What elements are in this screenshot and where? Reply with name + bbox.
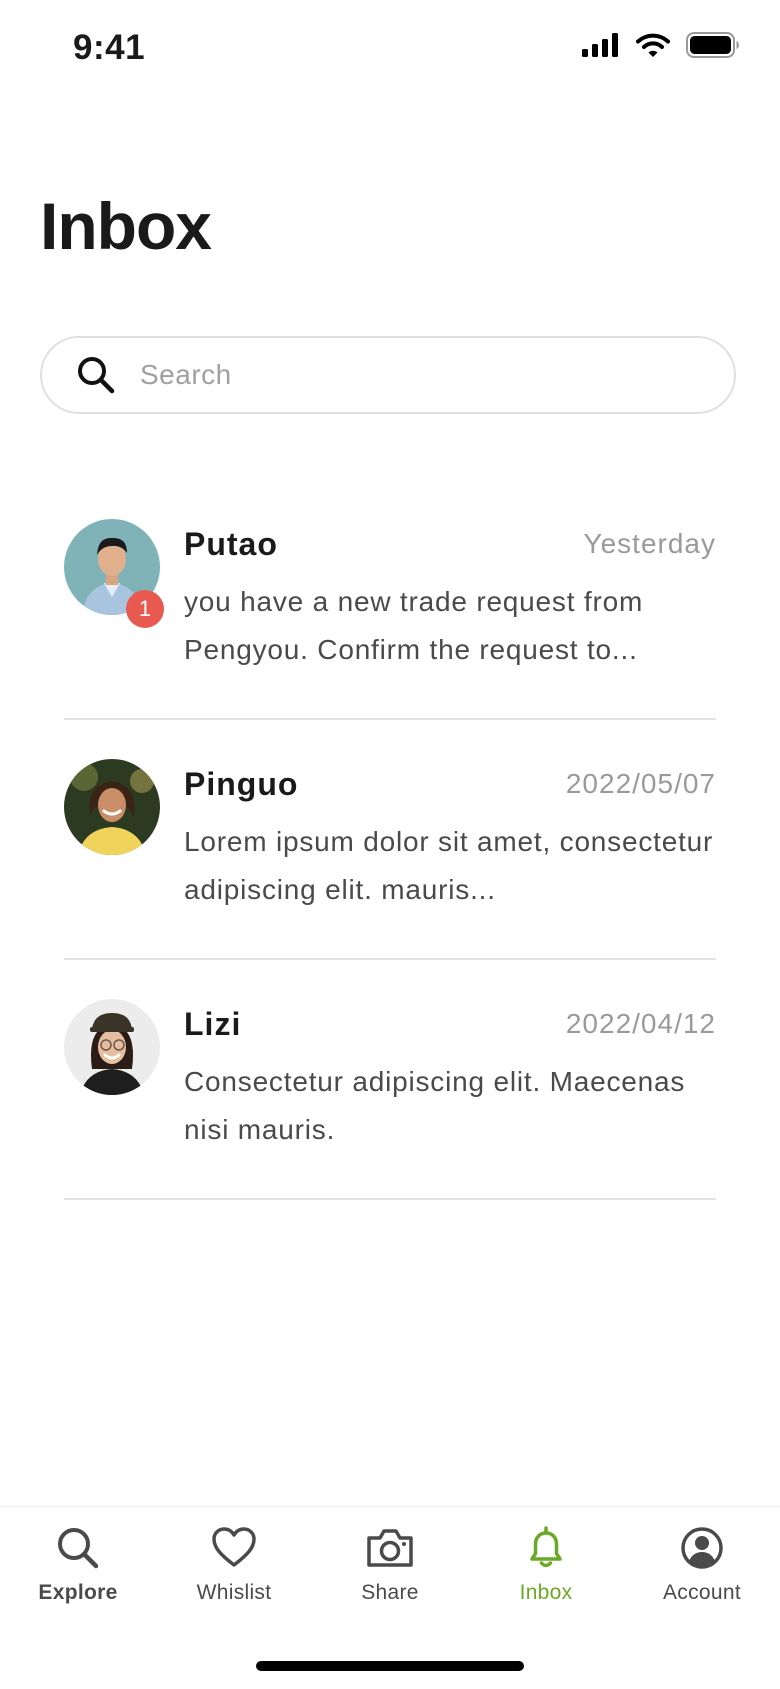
sender-name: Pinguo xyxy=(184,766,299,802)
sender-name: Putao xyxy=(184,526,278,562)
tab-label: Account xyxy=(663,1581,741,1604)
bell-icon xyxy=(530,1526,562,1568)
tab-label: Explore xyxy=(38,1581,118,1604)
search-input[interactable] xyxy=(138,358,682,392)
cellular-signal-icon xyxy=(582,33,618,57)
message-date: 2022/04/12 xyxy=(565,1008,716,1039)
message-date: Yesterday xyxy=(583,528,716,559)
tab-share[interactable]: Share xyxy=(330,1525,450,1605)
status-icons xyxy=(582,32,740,58)
heart-icon xyxy=(212,1527,256,1567)
message-preview: Consectetur adipiscing elit. Maecenas ni… xyxy=(184,1066,686,1145)
user-circle-icon xyxy=(681,1527,723,1569)
home-indicator xyxy=(256,1661,524,1671)
search-icon xyxy=(58,1528,99,1569)
status-time: 9:41 xyxy=(73,28,146,67)
message-item-pinguo[interactable]: Pinguo 2022/05/07 Lorem ipsum dolor sit … xyxy=(64,720,716,960)
avatar xyxy=(64,999,160,1095)
battery-icon xyxy=(686,32,739,58)
sender-name: Lizi xyxy=(184,1006,242,1042)
wifi-icon xyxy=(636,33,670,57)
unread-badge: 1 xyxy=(126,590,164,628)
message-list: 1 Putao Yesterday you have a new trade r… xyxy=(64,480,716,1200)
camera-icon xyxy=(367,1529,413,1567)
tab-explore[interactable]: Explore xyxy=(18,1525,138,1605)
tab-label: Inbox xyxy=(519,1581,573,1604)
tab-label: Share xyxy=(361,1581,419,1604)
tab-inbox[interactable]: Inbox xyxy=(486,1525,606,1605)
page-title: Inbox xyxy=(40,189,212,263)
message-preview: you have a new trade request from Pengyo… xyxy=(184,586,644,665)
message-preview: Lorem ipsum dolor sit amet, consectetur … xyxy=(184,826,714,905)
status-bar: 9:41 xyxy=(0,0,780,100)
message-item-putao[interactable]: 1 Putao Yesterday you have a new trade r… xyxy=(64,480,716,720)
message-item-lizi[interactable]: Lizi 2022/04/12 Consectetur adipiscing e… xyxy=(64,960,716,1200)
search-icon xyxy=(78,357,115,394)
tab-label: Whislist xyxy=(196,1581,272,1604)
tab-whislist[interactable]: Whislist xyxy=(174,1525,294,1605)
avatar xyxy=(64,759,160,855)
search-bar[interactable] xyxy=(40,336,736,414)
tab-account[interactable]: Account xyxy=(642,1525,762,1605)
message-date: 2022/05/07 xyxy=(565,768,716,799)
